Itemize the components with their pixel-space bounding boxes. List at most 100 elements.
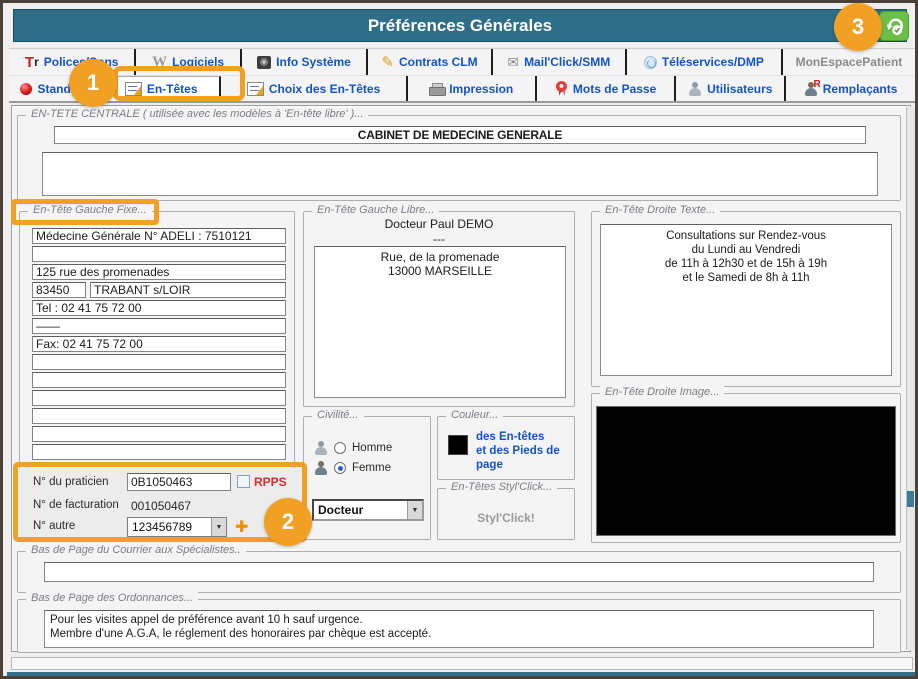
- group-entete-centrale: EN-TETE CENTRALE ( utilisée avec les mod…: [17, 115, 901, 201]
- praticien-numbers-group: N° du praticien RPPS N° de facturation 0…: [19, 468, 303, 537]
- annotation-circle-3: 3: [834, 3, 882, 51]
- window-title: Préférences Générales: [368, 16, 552, 36]
- droite-texte-content: Consultations sur Rendez-vous du Lundi a…: [601, 225, 891, 285]
- num-praticien-input[interactable]: [127, 473, 231, 491]
- bas-ordonnances-textarea[interactable]: Pour les visites appel de préférence ava…: [44, 610, 874, 648]
- group-stylclick: En-Têtes Styl'Click... Styl'Click!: [437, 488, 575, 540]
- group-entete-gauche-fixe-legend: En-Tête Gauche Fixe...: [28, 204, 152, 216]
- user-replacement-icon: R: [804, 82, 818, 96]
- tab-monespacepatient[interactable]: MonEspacePatient: [783, 49, 915, 75]
- gauche-fixe-line6-input[interactable]: [32, 318, 286, 334]
- gauche-fixe-line9-input[interactable]: [32, 372, 286, 388]
- printer-icon: [429, 83, 444, 95]
- system-gear-icon: [257, 56, 271, 69]
- pencil-icon: ✎: [381, 53, 394, 71]
- bas-courrier-input[interactable]: [44, 562, 874, 582]
- gauche-libre-doctor-line: Docteur Paul DEMO: [304, 217, 574, 231]
- rpps-checkbox[interactable]: [237, 475, 250, 488]
- tab-choix-en-tetes[interactable]: Choix des En-Têtes: [221, 76, 407, 101]
- num-autre-dropdown[interactable]: 123456789 ▼: [127, 517, 227, 537]
- group-entete-droite-texte: En-Tête Droite Texte... Consultations su…: [591, 211, 901, 387]
- couleur-link[interactable]: des En-têtes et des Pieds de page: [476, 430, 574, 472]
- num-autre-label: N° autre: [33, 520, 75, 532]
- gauche-libre-separator: ---: [304, 232, 574, 246]
- num-facturation-value: 001050467: [131, 499, 191, 513]
- group-civilite-legend: Civilité...: [312, 409, 364, 421]
- group-entete-droite-image: En-Tête Droite Image...: [591, 393, 901, 543]
- entete-centrale-line1-input[interactable]: CABINET DE MEDECINE GENERALE: [54, 126, 866, 144]
- user-icon: [688, 82, 702, 96]
- vertical-scrollbar[interactable]: [906, 107, 915, 650]
- stylclick-button[interactable]: Styl'Click!: [438, 511, 574, 525]
- entete-centrale-textarea[interactable]: [42, 152, 878, 196]
- gauche-fixe-line8-input[interactable]: [32, 354, 286, 370]
- tab-info-systeme[interactable]: Info Système: [242, 49, 368, 75]
- gauche-fixe-line10-input[interactable]: [32, 390, 286, 406]
- tab-utilisateurs[interactable]: Utilisateurs: [676, 76, 786, 101]
- group-entete-droite-texte-legend: En-Tête Droite Texte...: [600, 204, 720, 216]
- preferences-window: Préférences Générales Tr Polices/Sons W …: [0, 0, 918, 679]
- globe-icon: [644, 56, 657, 69]
- gauche-fixe-line1-input[interactable]: [32, 228, 286, 244]
- header-edit-icon: [247, 82, 264, 96]
- title-bar: Préférences Générales: [13, 9, 907, 42]
- num-facturation-label: N° de facturation: [33, 499, 119, 511]
- group-entete-droite-image-legend: En-Tête Droite Image...: [600, 386, 724, 398]
- color-swatch[interactable]: [448, 435, 468, 455]
- tab-teleservices-dmp[interactable]: Téléservices/DMP: [627, 49, 783, 75]
- tab-contrats-clm[interactable]: ✎ Contrats CLM: [368, 49, 493, 75]
- fonts-icon: Tr: [25, 55, 39, 70]
- header-edit-icon: [125, 82, 142, 96]
- gauche-fixe-line3-input[interactable]: [32, 264, 286, 280]
- group-entete-centrale-legend: EN-TETE CENTRALE ( utilisée avec les mod…: [26, 108, 368, 120]
- bas-ordonnances-content: Pour les visites appel de préférence ava…: [45, 611, 873, 643]
- scrollbar-thumb[interactable]: [907, 491, 914, 507]
- gauche-fixe-line13-input[interactable]: [32, 444, 286, 460]
- droite-image-preview[interactable]: [596, 406, 896, 536]
- validate-button[interactable]: [879, 11, 909, 41]
- rpps-label: RPPS: [254, 475, 287, 489]
- gauche-libre-address: Rue, de la promenade 13000 MARSEILLE: [315, 247, 565, 278]
- femme-label: Femme: [352, 462, 391, 474]
- homme-label: Homme: [352, 442, 392, 454]
- group-stylclick-legend: En-Têtes Styl'Click...: [446, 481, 557, 493]
- group-entete-gauche-libre-legend: En-Tête Gauche Libre...: [312, 204, 439, 216]
- tab-logiciels[interactable]: W Logiciels: [136, 49, 241, 75]
- chevron-down-icon: ▼: [211, 518, 226, 536]
- group-civilite: Civilité... Homme Femme Docteur ▼: [303, 416, 431, 540]
- gauche-fixe-line12-input[interactable]: [32, 426, 286, 442]
- red-dot-icon: [20, 83, 32, 95]
- group-entete-gauche-libre: En-Tête Gauche Libre... Docteur Paul DEM…: [303, 211, 575, 407]
- homme-radio[interactable]: [334, 442, 346, 454]
- status-bar: [11, 657, 913, 670]
- gauche-fixe-line11-input[interactable]: [32, 408, 286, 424]
- gauche-fixe-fax-input[interactable]: [32, 336, 286, 352]
- tab-impression[interactable]: Impression: [408, 76, 537, 101]
- femme-radio[interactable]: [334, 462, 346, 474]
- mail-icon: ✉: [507, 54, 519, 71]
- group-bas-courrier-legend: Bas de Page du Courrier aux Spécialistes…: [26, 544, 246, 556]
- gauche-fixe-codepostal-input[interactable]: [32, 282, 86, 298]
- tab-mots-de-passe[interactable]: Mots de Passe: [537, 76, 677, 101]
- tab-row-2: Standard En-Têtes Choix des En-Têtes Imp…: [9, 75, 915, 103]
- gauche-libre-textarea[interactable]: Rue, de la promenade 13000 MARSEILLE: [314, 246, 566, 398]
- titre-dropdown[interactable]: Docteur ▼: [312, 499, 424, 521]
- circular-arrow-check-icon: [882, 14, 906, 38]
- droite-texte-textarea[interactable]: Consultations sur Rendez-vous du Lundi a…: [600, 224, 892, 376]
- tab-remplacants[interactable]: R Remplaçants: [786, 76, 915, 101]
- annotation-circle-1: 1: [69, 59, 117, 107]
- group-bas-courrier: Bas de Page du Courrier aux Spécialistes…: [17, 551, 901, 593]
- add-number-icon[interactable]: ✚: [235, 517, 248, 537]
- word-icon: W: [152, 54, 167, 71]
- tab-mailclick-smm[interactable]: ✉ Mail'Click/SMM: [493, 49, 627, 75]
- chevron-down-icon: ▼: [407, 501, 422, 519]
- gauche-fixe-tel-input[interactable]: [32, 300, 286, 316]
- gauche-fixe-ville-input[interactable]: [90, 282, 286, 298]
- annotation-circle-2: 2: [264, 498, 312, 546]
- group-bas-ordonnances: Bas de Page des Ordonnances... Pour les …: [17, 599, 901, 653]
- tab-row-1: Tr Polices/Sons W Logiciels Info Système…: [9, 48, 915, 75]
- group-couleur-legend: Couleur...: [446, 409, 503, 421]
- tab-en-tetes[interactable]: En-Têtes: [103, 76, 222, 101]
- male-icon: [314, 441, 328, 455]
- gauche-fixe-line2-input[interactable]: [32, 246, 286, 262]
